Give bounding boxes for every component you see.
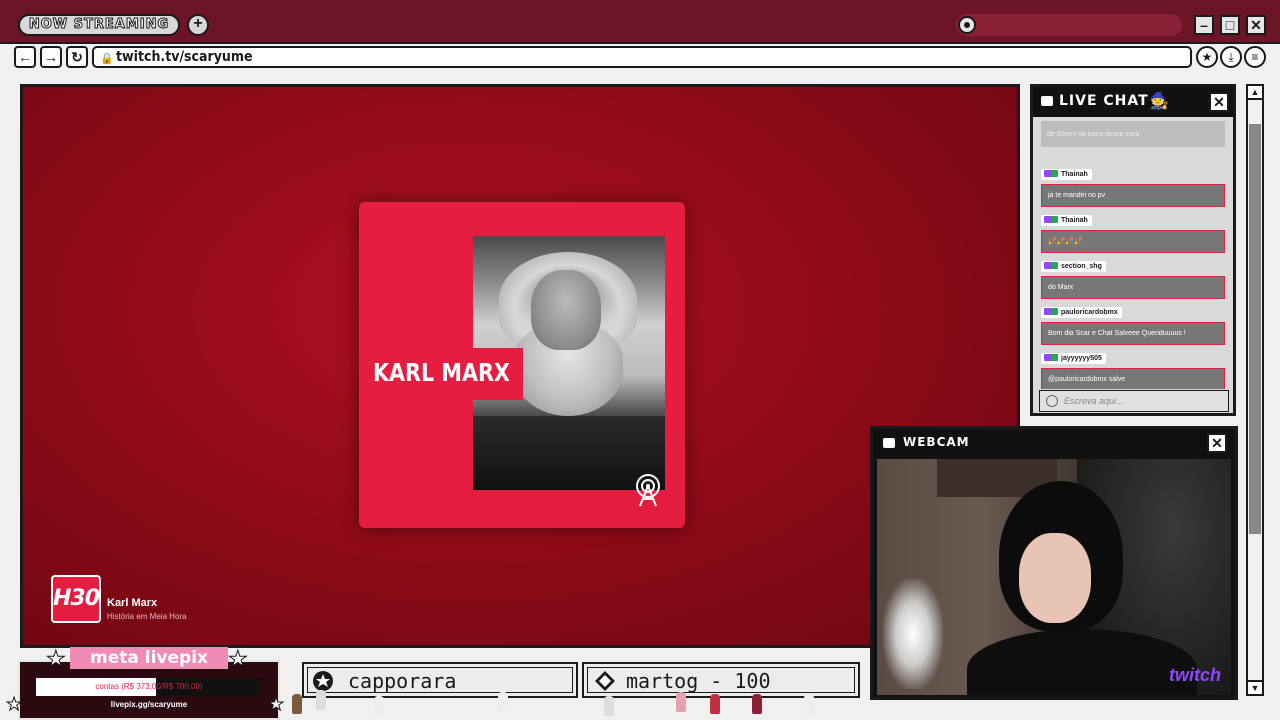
- chat-message-text: ja te mandei no pv: [1041, 184, 1225, 207]
- twitch-logo: twitch: [1169, 665, 1221, 685]
- viewer-avatar: [374, 696, 384, 716]
- chat-input-placeholder: Escreva aqui...: [1064, 396, 1124, 406]
- star-icon: ★: [46, 646, 67, 672]
- webcam-title: WEBCAM: [903, 435, 970, 449]
- ticker-box-1: capporara: [302, 662, 578, 698]
- live-chat-panel: LIVE CHAT 🧙 ✕ de 60mm na boca desse cara…: [1030, 84, 1236, 416]
- chat-message-text: Bom dia Scar e Chat Salveee Queriduuuus …: [1041, 322, 1225, 345]
- reload-button[interactable]: ↻: [66, 46, 88, 68]
- viewer-avatar: [498, 692, 508, 712]
- chat-username[interactable]: section_shg: [1041, 261, 1106, 272]
- webcam-feed: twitch: [877, 459, 1231, 695]
- podcast-antenna-icon: [636, 474, 660, 507]
- ticker-text-2: martog - 100: [626, 669, 771, 693]
- subscriber-badge-icon: [1044, 170, 1058, 177]
- subscriber-badge-icon: [1044, 216, 1058, 223]
- card-title: KARL MARX: [373, 358, 510, 387]
- viewer-avatar: [316, 690, 326, 710]
- livepix-progress-text: contas (R$ 373,00/R$ 700,00): [95, 682, 203, 691]
- viewer-avatar: [604, 696, 614, 716]
- back-button[interactable]: ←: [14, 46, 36, 68]
- chat-message: Thainah ja te mandei no pv: [1041, 163, 1227, 207]
- chat-message-text: 🎉🎉🎉🎉: [1041, 230, 1225, 253]
- title-bar: NOW STREAMING + – □ ✕: [0, 0, 1280, 44]
- chat-input[interactable]: Escreva aqui...: [1039, 390, 1229, 412]
- episode-subtitle: História em Meia Hora: [107, 612, 187, 621]
- forward-button[interactable]: →: [40, 46, 62, 68]
- chat-username[interactable]: jayyyyyy505: [1041, 353, 1106, 364]
- card-title-tag: KARL MARX: [359, 348, 523, 400]
- address-bar: ← → ↻ 🔒 twitch.tv/scaryume ★ ⤓ ≡: [0, 44, 1280, 70]
- viewer-avatar: [292, 694, 302, 714]
- chat-header: LIVE CHAT 🧙 ✕: [1033, 87, 1233, 117]
- viewer-avatar: [804, 694, 814, 714]
- minimize-button[interactable]: –: [1194, 15, 1214, 35]
- scroll-down-button[interactable]: ▼: [1246, 680, 1264, 696]
- url-field[interactable]: 🔒 twitch.tv/scaryume: [92, 46, 1192, 68]
- menu-icon[interactable]: ≡: [1244, 46, 1266, 68]
- diamond-icon: [595, 671, 615, 691]
- webcam-close-button[interactable]: ✕: [1207, 433, 1227, 453]
- star-icon: ★: [228, 646, 249, 672]
- chat-close-button[interactable]: ✕: [1209, 92, 1229, 112]
- maximize-button[interactable]: □: [1220, 15, 1240, 35]
- chat-message-text: @pauloricardobmx salve: [1041, 368, 1225, 389]
- chat-username[interactable]: pauloricardobmx: [1041, 307, 1122, 318]
- chat-title: LIVE CHAT: [1059, 93, 1149, 109]
- webcam-panel: WEBCAM ✕ twitch: [870, 426, 1238, 700]
- viewer-avatar: [710, 694, 720, 714]
- chat-username[interactable]: Thainah: [1041, 215, 1092, 226]
- livepix-progress-bar: contas (R$ 373,00/R$ 700,00): [36, 678, 262, 696]
- subscriber-badge-icon: [1044, 308, 1058, 315]
- badge-star-icon: [313, 671, 333, 691]
- h30-logo: H30: [51, 575, 101, 623]
- scrollbar-thumb[interactable]: [1249, 124, 1261, 534]
- record-icon: [958, 16, 976, 34]
- titlebar-search-bar[interactable]: [956, 14, 1182, 36]
- now-streaming-badge: NOW STREAMING: [18, 14, 180, 36]
- viewer-avatar: [676, 692, 686, 712]
- close-window-button[interactable]: ✕: [1246, 15, 1266, 35]
- lock-icon: 🔒: [100, 53, 114, 65]
- chat-message: Thainah 🎉🎉🎉🎉: [1041, 209, 1227, 253]
- url-text: twitch.tv/scaryume: [116, 49, 253, 65]
- chat-message-faded: de 60mm na boca desse cara: [1041, 121, 1227, 147]
- chat-mascot-icon: 🧙: [1149, 93, 1169, 110]
- add-tab-button[interactable]: +: [187, 14, 209, 36]
- livepix-title: meta livepix: [70, 647, 228, 669]
- camera-icon: [883, 438, 895, 448]
- chat-bubble-icon: [1041, 96, 1053, 106]
- chat-message: jayyyyyy505 @pauloricardobmx salve: [1041, 347, 1227, 389]
- livepix-url: livepix.gg/scaryume: [110, 700, 188, 709]
- chat-message-text: do Marx: [1041, 276, 1225, 299]
- scroll-up-button[interactable]: ▲: [1246, 84, 1264, 100]
- favorite-star-icon[interactable]: ★: [1196, 46, 1218, 68]
- star-icon: ★: [5, 694, 23, 715]
- chat-message-list[interactable]: de 60mm na boca desse cara Thainah ja te…: [1039, 119, 1231, 389]
- emoji-icon[interactable]: [1046, 395, 1058, 407]
- ticker-text-1: capporara: [348, 669, 457, 693]
- subscriber-badge-icon: [1044, 354, 1058, 361]
- chat-message: pauloricardobmx Bom dia Scar e Chat Salv…: [1041, 301, 1227, 345]
- download-icon[interactable]: ⤓: [1220, 46, 1242, 68]
- viewer-avatar: [752, 694, 762, 714]
- chat-message: section_shg do Marx: [1041, 255, 1227, 299]
- episode-card: KARL MARX: [359, 202, 685, 528]
- episode-title: Karl Marx: [107, 597, 158, 609]
- subscriber-badge-icon: [1044, 262, 1058, 269]
- star-icon: ★: [267, 694, 285, 715]
- ticker-box-2: martog - 100: [582, 662, 860, 698]
- chat-username[interactable]: Thainah: [1041, 169, 1092, 180]
